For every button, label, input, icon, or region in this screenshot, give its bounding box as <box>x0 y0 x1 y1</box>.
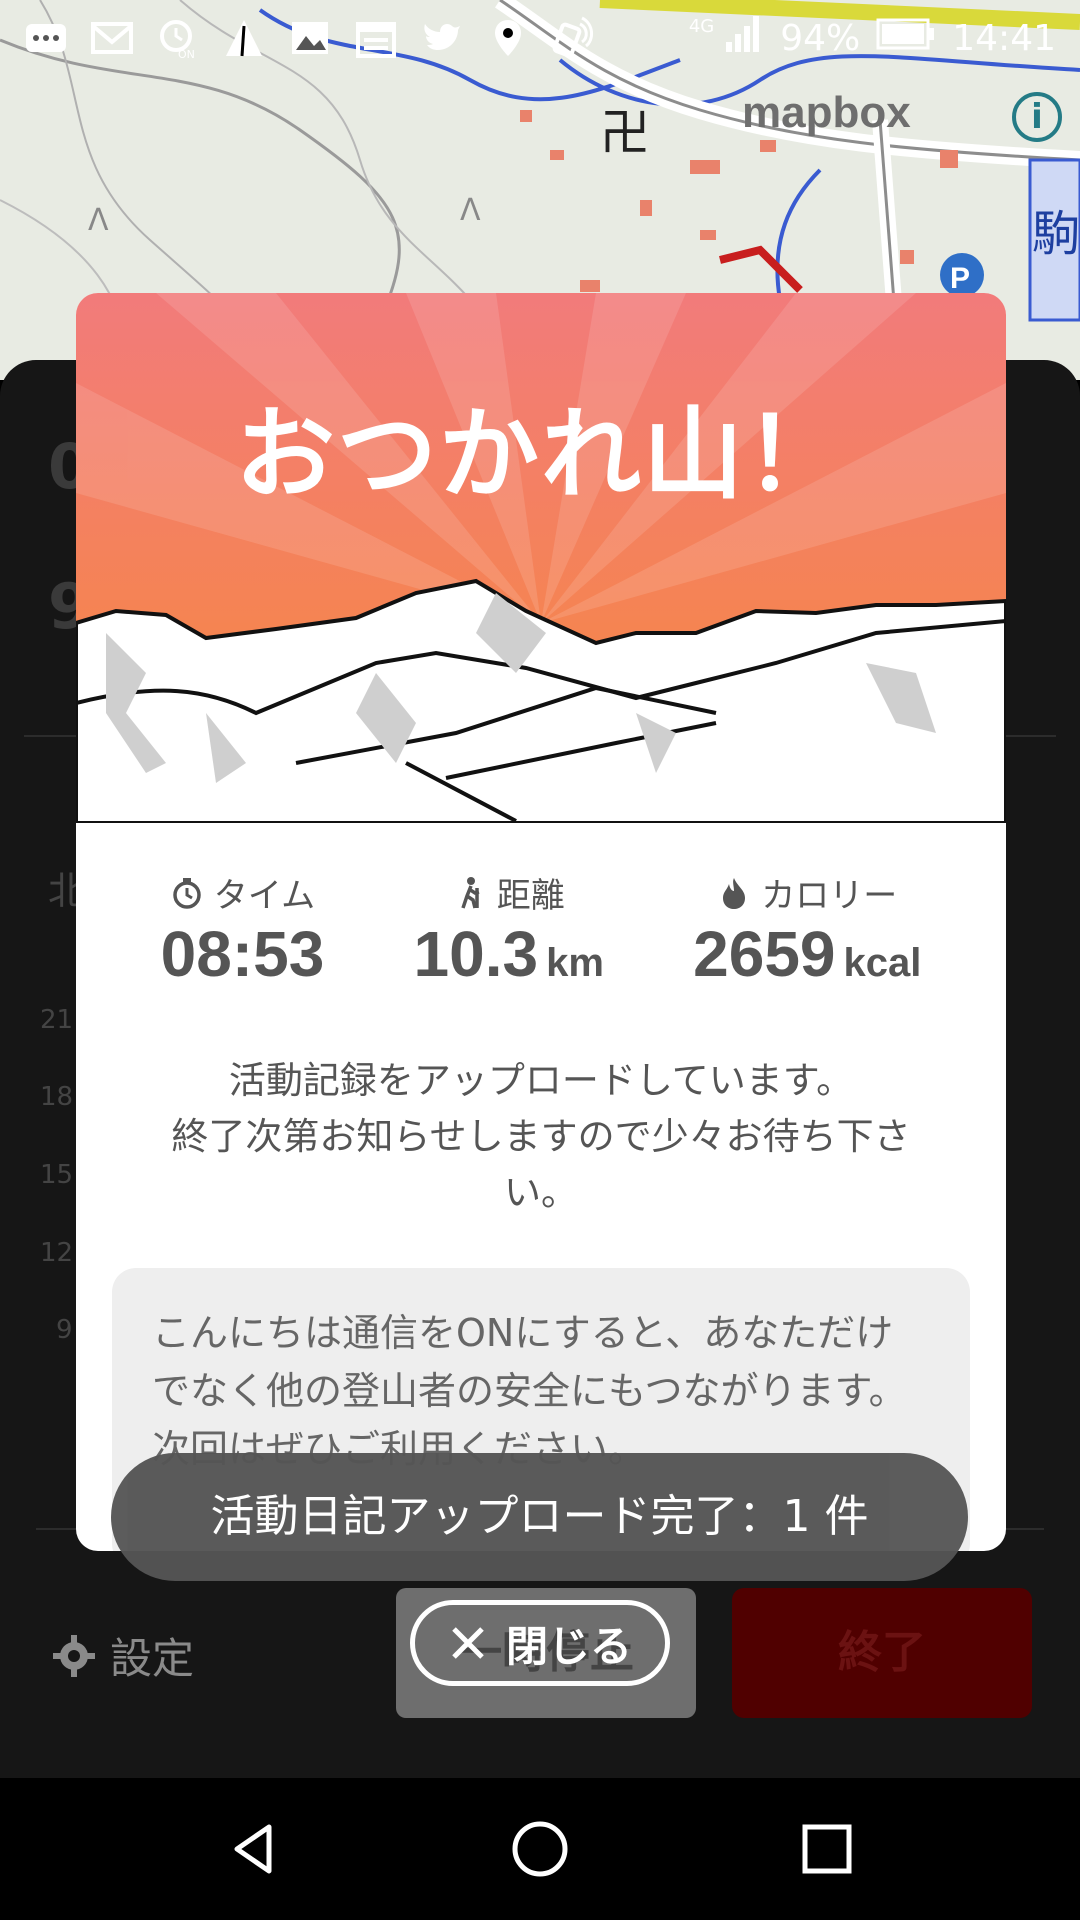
notice-line1: こんにちは通信をONにすると、あなただけ <box>152 1311 894 1355</box>
y-tick: 18 <box>40 1082 74 1112</box>
back-button[interactable] <box>218 1814 288 1884</box>
svg-text:駒: 駒 <box>1032 206 1080 262</box>
dialog-title: おつかれ山！ <box>235 396 847 513</box>
settings-button[interactable]: 設定 <box>52 1625 194 1686</box>
svg-text:P: P <box>950 262 970 295</box>
map-info-icon[interactable]: i <box>1012 92 1062 142</box>
stat-distance: 距離 10.3 km <box>414 868 604 991</box>
recents-icon <box>802 1824 852 1874</box>
home-button[interactable] <box>505 1814 575 1884</box>
battery-icon <box>876 17 936 60</box>
settings-label: 設定 <box>110 1634 195 1683</box>
calendar-icon <box>354 16 398 60</box>
stat-time-label: タイム <box>213 876 316 916</box>
battery-percent: 94% <box>780 17 861 59</box>
hiker-icon <box>461 876 480 909</box>
flame-icon <box>723 877 746 909</box>
upload-message-line1: 活動記録をアップロードしています。 <box>228 1059 854 1102</box>
upload-message-line2: 終了次第お知らせしますので少々お待ち下さい。 <box>171 1115 911 1214</box>
y-tick: 15 <box>40 1160 74 1190</box>
svg-text:Λ: Λ <box>460 193 481 228</box>
signal-icon <box>724 14 764 63</box>
close-button-label: 閉じる <box>505 1621 632 1671</box>
back-icon <box>234 1824 272 1874</box>
close-icon <box>452 1627 484 1659</box>
svg-text:ON: ON <box>178 48 195 60</box>
navigation-bar <box>0 1778 1080 1920</box>
home-icon <box>512 1821 568 1877</box>
stat-calories-label: カロリー <box>761 876 898 916</box>
stat-time-value: 08:53 <box>160 918 325 990</box>
stat-calories-unit: kcal <box>843 941 922 985</box>
timer-on-icon: ON <box>156 16 200 60</box>
upload-complete-toast: 活動日記アップロード完了：1 件 <box>111 1453 968 1581</box>
mountain-icon <box>222 16 266 60</box>
location-icon <box>486 16 530 60</box>
gear-icon <box>53 1634 95 1677</box>
twitter-icon <box>420 16 464 60</box>
notice-line2: でなく他の登山者の安全にもつながります。 <box>152 1369 907 1413</box>
stat-distance-unit: km <box>546 941 604 985</box>
svg-text:卍: 卍 <box>600 104 650 162</box>
y-tick: 9 <box>56 1315 73 1345</box>
stat-calories-value: 2659 <box>693 918 836 990</box>
y-tick: 12 <box>40 1238 74 1268</box>
stat-distance-value: 10.3 <box>413 918 539 990</box>
message-icon <box>24 16 68 60</box>
stat-distance-label: 距離 <box>496 876 565 916</box>
network-type: 4G <box>688 15 715 37</box>
mapbox-attribution[interactable]: mapbox <box>742 88 911 138</box>
recents-button[interactable] <box>792 1814 862 1884</box>
svg-text:Λ: Λ <box>88 203 109 238</box>
hero-illustration: おつかれ山！ <box>76 293 1006 823</box>
status-bar: ON 4G 94% 14:41 <box>0 0 1080 76</box>
y-tick: 21 <box>40 1005 74 1035</box>
stat-time: タイム 08:53 <box>161 868 325 991</box>
completion-dialog: おつかれ山！ タイム 08:53 距離 10.3 km カロリー 2659 kcal <box>76 293 1006 1551</box>
gmail-icon <box>90 16 134 60</box>
image-icon <box>288 16 332 60</box>
upload-message: 活動記録をアップロードしています。 終了次第お知らせしますので少々お待ち下さい。 <box>136 1053 946 1221</box>
clock: 14:41 <box>952 17 1056 59</box>
stats-row: タイム 08:53 距離 10.3 km カロリー 2659 kcal <box>76 868 1006 991</box>
stopwatch-icon <box>173 877 201 909</box>
end-button[interactable]: 終了 <box>732 1588 1032 1718</box>
stat-calories: カロリー 2659 kcal <box>693 868 921 991</box>
close-button[interactable]: 閉じる <box>410 1600 670 1686</box>
nfc-icon <box>552 16 596 60</box>
